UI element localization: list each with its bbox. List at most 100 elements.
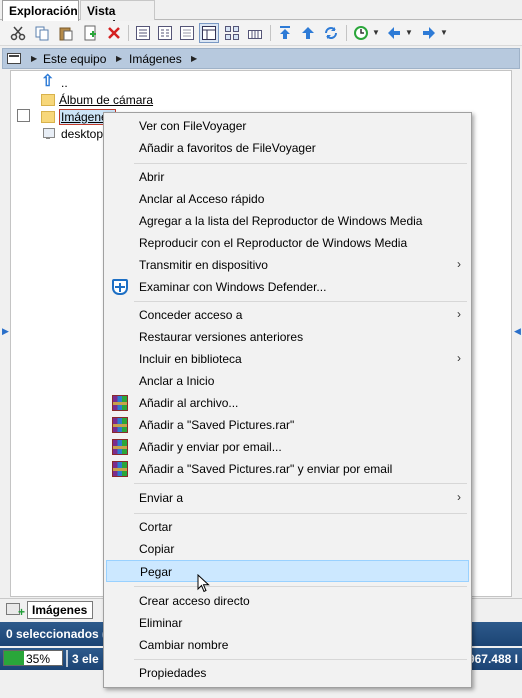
list-view-icon[interactable]	[155, 23, 175, 43]
submenu-arrow-icon: ›	[457, 257, 461, 271]
file-name: desktop	[61, 126, 104, 141]
go-top-icon[interactable]	[275, 23, 295, 43]
copy-icon[interactable]	[32, 23, 52, 43]
desktop-ini-icon	[41, 127, 55, 140]
menu-separator	[134, 301, 467, 302]
winrar-icon	[112, 439, 128, 455]
menu-item-anadir-enviar-email[interactable]: Añadir y enviar por email...	[106, 436, 469, 458]
menu-item-anadir-rar-email[interactable]: Añadir a "Saved Pictures.rar" y enviar p…	[106, 458, 469, 480]
mouse-cursor-icon	[197, 574, 210, 593]
path-tab-imagenes[interactable]: Imágenes	[27, 601, 93, 619]
menu-item-label: Añadir a "Saved Pictures.rar"	[139, 418, 295, 432]
menu-item-label: Incluir en biblioteca	[139, 352, 242, 366]
menu-separator	[134, 483, 467, 484]
winrar-icon	[112, 461, 128, 477]
submenu-arrow-icon: ›	[457, 307, 461, 321]
details-view-icon[interactable]	[133, 23, 153, 43]
menu-item-label: Crear acceso directo	[139, 594, 250, 608]
filmstrip-view-icon[interactable]	[245, 23, 265, 43]
menu-item-restaurar-versiones[interactable]: Restaurar versiones anteriores	[106, 326, 469, 348]
menu-item-label: Transmitir en dispositivo	[139, 258, 268, 272]
folder-icon	[41, 110, 55, 123]
list-item[interactable]: Álbum de cámara	[41, 91, 153, 108]
menu-item-conceder-acceso[interactable]: Conceder acceso a ›	[106, 304, 469, 326]
toolbar-separator	[128, 25, 129, 41]
menu-item-reproducir-wmp[interactable]: Reproducir con el Reproductor de Windows…	[106, 232, 469, 254]
menu-item-propiedades[interactable]: Propiedades	[106, 662, 469, 684]
go-up-icon[interactable]	[298, 23, 318, 43]
thumbnails-view-icon[interactable]	[222, 23, 242, 43]
menu-item-cambiar-nombre[interactable]: Cambiar nombre	[106, 634, 469, 656]
menu-item-label: Examinar con Windows Defender...	[139, 280, 327, 294]
history-dropdown-icon[interactable]: ▼	[372, 28, 380, 37]
progress-fill	[4, 651, 25, 665]
back-dropdown-icon[interactable]: ▼	[405, 28, 413, 37]
small-icons-view-icon[interactable]	[177, 23, 197, 43]
menu-item-agregar-lista-wmp[interactable]: Agregar a la lista del Reproductor de Wi…	[106, 210, 469, 232]
menu-item-cortar[interactable]: Cortar	[106, 516, 469, 538]
chevron-right-icon[interactable]: ▶	[191, 54, 197, 63]
progress-bar: 35%	[3, 650, 63, 666]
submenu-arrow-icon: ›	[457, 490, 461, 504]
file-name: ..	[61, 75, 68, 90]
menu-item-windows-defender[interactable]: Examinar con Windows Defender...	[106, 276, 469, 298]
row-checkbox[interactable]	[17, 109, 30, 122]
menu-item-anclar-inicio[interactable]: Anclar a Inicio	[106, 370, 469, 392]
breadcrumb-imagenes[interactable]: Imágenes	[129, 52, 182, 66]
menu-item-label: Cortar	[139, 520, 173, 534]
menu-item-label: Agregar a la lista del Reproductor de Wi…	[139, 214, 423, 228]
list-item[interactable]: desktop	[41, 125, 103, 142]
menu-item-incluir-biblioteca[interactable]: Incluir en biblioteca ›	[106, 348, 469, 370]
menu-item-copiar[interactable]: Copiar	[106, 538, 469, 560]
menu-item-favoritos[interactable]: Añadir a favoritos de FileVoyager	[106, 137, 469, 159]
menu-item-anadir-archivo[interactable]: Añadir al archivo...	[106, 392, 469, 414]
left-panel-arrow-icon[interactable]: ▶	[2, 326, 9, 337]
menu-separator	[134, 163, 467, 164]
menu-separator	[134, 586, 467, 587]
context-menu: Ver con FileVoyager Añadir a favoritos d…	[103, 112, 472, 688]
menu-item-label: Cambiar nombre	[139, 638, 229, 652]
computer-icon[interactable]	[7, 53, 21, 64]
tab-vista-previa[interactable]: Vista previa	[80, 0, 155, 32]
winrar-icon	[112, 417, 128, 433]
list-item[interactable]: ⇧ ..	[41, 72, 68, 91]
menu-item-anadir-rar[interactable]: Añadir a "Saved Pictures.rar"	[106, 414, 469, 436]
breadcrumb-este-equipo[interactable]: Este equipo	[43, 52, 106, 66]
menu-item-enviar-a[interactable]: Enviar a ›	[106, 487, 469, 509]
tab-exploracion[interactable]: Exploración	[2, 0, 79, 21]
forward-dropdown-icon[interactable]: ▼	[440, 28, 448, 37]
right-panel-arrow-icon[interactable]: ◀	[514, 326, 521, 337]
menu-item-anclar-acceso-rapido[interactable]: Anclar al Acceso rápido	[106, 188, 469, 210]
paste-icon[interactable]	[56, 23, 76, 43]
menu-item-label: Eliminar	[139, 616, 183, 630]
menu-item-label: Añadir a "Saved Pictures.rar" y enviar p…	[139, 462, 393, 476]
menu-item-label: Copiar	[139, 542, 175, 556]
menu-item-pegar[interactable]: Pegar	[106, 560, 469, 582]
new-tab-icon[interactable]	[6, 603, 25, 619]
menu-item-eliminar[interactable]: Eliminar	[106, 612, 469, 634]
menu-item-transmitir[interactable]: Transmitir en dispositivo ›	[106, 254, 469, 276]
menu-item-label: Ver con FileVoyager	[139, 119, 247, 133]
menu-item-label: Añadir al archivo...	[139, 396, 239, 410]
menu-item-label: Abrir	[139, 170, 165, 184]
cut-icon[interactable]	[8, 23, 28, 43]
report-view-icon[interactable]	[199, 23, 219, 43]
menu-item-ver-filevoyager[interactable]: Ver con FileVoyager	[106, 115, 469, 137]
menu-item-label: Anclar al Acceso rápido	[139, 192, 265, 206]
menu-item-crear-acceso-directo[interactable]: Crear acceso directo	[106, 590, 469, 612]
delete-icon[interactable]	[104, 23, 124, 43]
history-icon[interactable]	[351, 23, 371, 43]
breadcrumb: ▶ Este equipo ▶ Imágenes ▶	[2, 48, 520, 69]
menu-item-label: Enviar a	[139, 491, 184, 505]
progress-label: 35%	[26, 652, 51, 666]
refresh-icon[interactable]	[321, 23, 341, 43]
items-count: 3 ele	[72, 652, 99, 666]
forward-icon[interactable]	[419, 23, 439, 43]
back-icon[interactable]	[384, 23, 404, 43]
up-arrow-icon: ⇧	[41, 72, 55, 90]
new-file-icon[interactable]	[80, 23, 100, 43]
menu-item-abrir[interactable]: Abrir	[106, 166, 469, 188]
chevron-right-icon[interactable]: ▶	[31, 54, 37, 63]
disk-size: 967.488 I	[467, 652, 518, 666]
chevron-right-icon[interactable]: ▶	[116, 54, 122, 63]
